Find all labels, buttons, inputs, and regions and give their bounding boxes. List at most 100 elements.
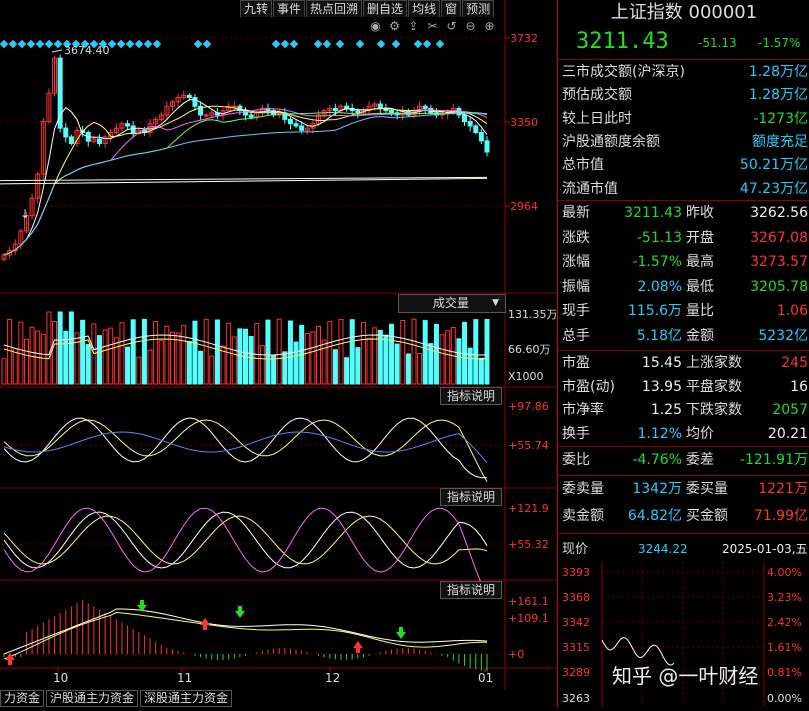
chevron-down-icon: ▼ — [492, 298, 499, 308]
high-annotation: 3674.40 — [64, 44, 110, 57]
candle-body — [96, 138, 102, 144]
volume-bar — [203, 318, 209, 385]
summary-row: 沪股通额度余额 额度充足 — [558, 131, 809, 154]
mini-right-axis: 1.61% — [767, 641, 802, 654]
summary-value: 额度充足 — [752, 133, 808, 150]
indicator-2-lines — [3, 507, 488, 597]
indicator-3-axis: +109.1 — [508, 612, 549, 625]
tab-sz-connect-capital[interactable]: 深股通主力资金 — [140, 690, 233, 707]
zoom-out-icon[interactable]: ⊖ — [463, 19, 478, 34]
stat-value: 1.25 — [650, 402, 682, 418]
volume-bar — [400, 319, 406, 385]
stat-label: 委差 — [686, 452, 714, 468]
stat-value: 2057 — [772, 402, 808, 418]
mini-right-axis: 3.23% — [767, 591, 802, 604]
volume-bar — [136, 356, 142, 385]
volume-bar — [265, 319, 271, 385]
price-axis-label: 2964 — [510, 200, 538, 213]
volume-bar — [57, 311, 63, 385]
stat-label: 委比 — [562, 452, 590, 468]
indicator-1-help-button[interactable]: 指标说明 — [440, 387, 503, 405]
macd-dea-line — [3, 611, 487, 660]
volume-bar — [186, 341, 192, 385]
event-diamond — [289, 39, 299, 49]
volume-bar — [349, 319, 355, 385]
summary-row: 三市成交额(沪深京) 1.28万亿 — [558, 61, 809, 84]
summary-value: 1.28万亿 — [748, 87, 808, 104]
remove-watchlist-button[interactable]: 删自选 — [363, 0, 408, 17]
candle-body — [478, 132, 484, 142]
buy-arrow-icon — [353, 641, 363, 653]
events-button[interactable]: 事件 — [273, 0, 306, 17]
date-axis-label: 01 — [478, 671, 493, 685]
volume-bar — [192, 320, 198, 385]
nine-turn-button[interactable]: 九转 — [240, 0, 273, 17]
stat-label: 量比 — [686, 303, 714, 319]
moving-average-lines — [0, 99, 488, 256]
eye-icon[interactable]: ◉ — [368, 19, 383, 34]
divider — [558, 475, 809, 476]
volume-bar — [321, 339, 327, 385]
window-button[interactable]: 窗 — [441, 0, 462, 17]
indicator-2-help-button[interactable]: 指标说明 — [440, 488, 503, 506]
chart-icon-bar: ◉ ⚙ ⇪ ✂ ↺ ⊖ ⊕ — [366, 18, 499, 35]
volume-bar — [389, 323, 395, 385]
candle-body — [203, 114, 209, 117]
volume-bar — [484, 318, 490, 385]
price-axis-label: 3350 — [510, 116, 538, 129]
summary-label: 较上日此时 — [562, 110, 632, 127]
stat-label: 上涨家数 — [686, 355, 742, 371]
stat-label: 均价 — [686, 425, 714, 442]
volume-bar — [445, 330, 451, 385]
zoom-in-icon[interactable]: ⊕ — [482, 19, 497, 34]
hot-review-button[interactable]: 热点回溯 — [306, 0, 363, 17]
volume-bar — [383, 334, 389, 385]
tab-sh-connect-capital[interactable]: 沪股通主力资金 — [46, 690, 139, 707]
mini-right-axis: 0.81% — [767, 666, 802, 679]
bottom-tabs: 力资金 沪股通主力资金 深股通主力资金 — [0, 690, 234, 707]
volume-bar — [12, 348, 18, 385]
share-icon[interactable]: ⇪ — [406, 19, 421, 34]
volume-bar — [332, 349, 338, 385]
kline-chart-svg[interactable]: 3674.40 ↓ 3732 3350 2964 131.35万 66.60万 … — [0, 0, 558, 707]
indicator-3-axis: +161.1 — [508, 595, 549, 608]
stat-label: 市盈(动) — [562, 378, 615, 395]
stat-value: 71.99亿 — [753, 508, 808, 524]
moving-average-button[interactable]: 均线 — [408, 0, 441, 17]
chart-toolbar: 九转 事件 热点回溯 删自选 均线 窗 预测 — [240, 0, 495, 17]
indicator-1-axis: +55.74 — [508, 439, 549, 452]
stat-label: 换手 — [562, 425, 590, 442]
indicator-3-help-button[interactable]: 指标说明 — [440, 581, 503, 599]
volume-bar — [198, 350, 204, 385]
summary-label: 预估成交额 — [562, 87, 632, 104]
kline-chart-area[interactable]: 3674.40 ↓ 3732 3350 2964 131.35万 66.60万 … — [0, 0, 558, 707]
stat-label: 昨收 — [686, 205, 714, 221]
volume-unit-label: X1000 — [508, 370, 544, 383]
stat-label: 市盈 — [562, 355, 590, 371]
volume-bar — [248, 335, 254, 385]
summary-row: 较上日此时 -1273亿 — [558, 108, 809, 131]
date-axis-label: 10 — [53, 671, 68, 685]
stat-value: 1342万 — [632, 481, 682, 497]
stat-value: 3205.78 — [750, 278, 808, 295]
volume-bar — [439, 334, 445, 385]
mini-left-axis: 3263 — [562, 692, 590, 705]
stat-value: 3211.43 — [624, 205, 682, 221]
volume-bar — [282, 351, 288, 385]
current-price: 3211.43 — [576, 29, 669, 54]
candle-body — [68, 136, 74, 144]
gear-icon[interactable]: ⚙ — [387, 19, 402, 34]
mini-left-axis: 3368 — [562, 591, 590, 604]
tab-main-capital[interactable]: 力资金 — [0, 690, 45, 707]
candle-body — [462, 114, 468, 123]
stat-label: 涨跌 — [562, 229, 590, 246]
volume-bar — [68, 311, 74, 385]
volume-select-label: 成交量 — [433, 296, 470, 310]
indicator-3-axis: +0 — [508, 648, 524, 661]
volume-indicator-select[interactable]: 成交量 ▼ — [398, 294, 506, 313]
volume-axis-label: 131.35万 — [508, 308, 556, 321]
summary-value: 47.23万亿 — [739, 180, 808, 197]
reset-icon[interactable]: ↺ — [444, 19, 459, 34]
tools-icon[interactable]: ✂ — [425, 19, 440, 34]
forecast-button[interactable]: 预测 — [462, 0, 495, 17]
